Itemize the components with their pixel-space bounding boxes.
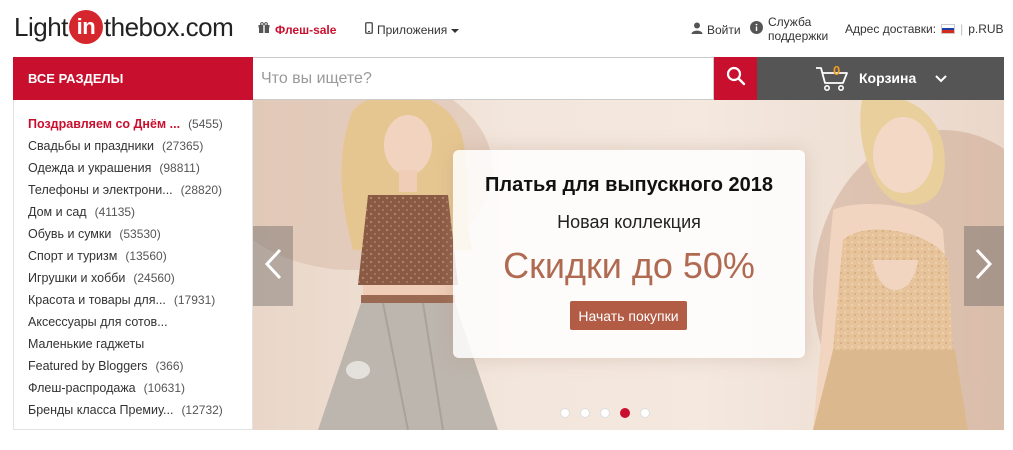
logo-in: in [68,10,103,44]
support-link[interactable]: Служба поддержки [750,15,828,43]
promo-banner[interactable]: Платья для выпускного 2018 Новая коллекц… [253,100,1004,430]
caret-down-icon [451,23,460,37]
carousel-dot[interactable] [600,408,610,418]
chevron-down-icon [935,70,947,86]
russia-flag-icon [941,24,956,34]
category-count: (27365) [161,139,204,153]
promo-subline: Новая коллекция [557,212,701,232]
delivery-selector[interactable]: Адрес доставки: | р.RUB [845,22,1004,36]
gift-icon [258,22,270,37]
promo-card: Платья для выпускного 2018 Новая коллекц… [453,150,805,358]
chevron-left-icon [264,248,282,285]
flash-sale-label: Флеш-sale [275,22,337,37]
category-name: Маленькие гаджеты [28,337,145,351]
cart-label: Корзина [859,70,917,86]
carousel-dot[interactable] [580,408,590,418]
category-count: (13560) [125,249,167,263]
category-count: (366) [155,359,184,373]
user-icon [691,22,703,37]
cart-button[interactable]: 0 Корзина [757,57,1004,100]
category-count: (17931) [173,293,216,307]
category-count: (98811) [159,161,200,175]
category-item[interactable]: Игрушки и хобби (24560) [28,267,252,289]
divider: | [960,22,964,36]
all-sections-button[interactable]: ВСЕ РАЗДЕЛЫ [13,57,253,100]
start-shopping-button[interactable]: Начать покупки [570,301,687,330]
category-item[interactable]: Аксессуары для сотов... [28,311,252,333]
search-icon [726,66,746,91]
category-name: Красота и товары для... [28,293,166,307]
category-name: Игрушки и хобби [28,271,126,285]
category-item[interactable]: Обувь и сумки (53530) [28,223,252,245]
promo-sale-text: Скидки до 50% [503,245,755,286]
category-count: (5455) [188,117,223,131]
carousel-indicators [560,408,650,418]
phone-icon [365,22,373,37]
carousel-dot[interactable] [620,408,630,418]
category-name: Одежда и украшения [28,161,152,175]
category-count: (12732) [181,403,223,417]
logo-rest: thebox.com [103,11,234,42]
login-label: Войти [707,22,741,37]
carousel-dot[interactable] [560,408,570,418]
category-count: (41135) [94,205,136,219]
category-item[interactable]: Бренды класса Премиу... (12732) [28,399,252,421]
top-bar: Light in thebox.com Флеш-sale Приложения В… [0,0,1013,57]
category-item[interactable]: Спорт и туризм (13560) [28,245,252,267]
category-count: (53530) [119,227,161,241]
category-item[interactable]: Красота и товары для... (17931) [28,289,252,311]
carousel-next-button[interactable] [964,226,1004,306]
category-item[interactable]: Флеш-распродажа (10631) [28,377,252,399]
category-item[interactable]: Дом и сад (41135) [28,201,252,223]
chevron-right-icon [975,248,993,285]
category-item[interactable]: Маленькие гаджеты [28,333,252,355]
promo-headline: Платья для выпускного 2018 [485,174,773,196]
category-name: Дом и сад [28,205,87,219]
category-name: Телефоны и электрони... [28,183,173,197]
support-label: Служба поддержки [768,15,828,43]
search-button[interactable] [714,57,757,100]
site-logo[interactable]: Light in thebox.com [14,9,234,45]
category-name: Спорт и туризм [28,249,118,263]
carousel-prev-button[interactable] [253,226,293,306]
apps-label: Приложения [377,22,448,37]
category-name: Поздравляем со Днём ... [28,117,181,131]
category-name: Featured by Bloggers [28,359,148,373]
category-count: (10631) [143,381,186,395]
login-link[interactable]: Войти [691,22,741,37]
category-name: Флеш-распродажа [28,381,136,395]
cart-count: 0 [833,63,841,78]
category-sidebar: Поздравляем со Днём ... (5455) Свадьбы и … [13,100,253,430]
category-item[interactable]: Одежда и украшения (98811) [28,157,252,179]
support-line-1: Служба [768,15,812,29]
apps-dropdown[interactable]: Приложения [365,22,460,37]
category-count: (28820) [180,183,223,197]
info-icon [750,21,763,37]
category-name: Обувь и сумки [28,227,112,241]
delivery-label: Адрес доставки: [845,22,937,36]
carousel-dot[interactable] [640,408,650,418]
category-name: Свадьбы и праздники [28,139,154,153]
search-bar: ВСЕ РАЗДЕЛЫ 0 Корзина [13,57,1004,100]
category-item[interactable]: Свадьбы и праздники (27365) [28,135,252,157]
category-name: Бренды класса Премиу... [28,403,174,417]
category-item[interactable]: Телефоны и электрони... (28820) [28,179,252,201]
cart-icon [815,66,849,95]
search-input[interactable] [253,57,714,100]
currency-label: р.RUB [968,22,1004,36]
flash-sale-link[interactable]: Флеш-sale [258,22,336,37]
category-item[interactable]: Поздравляем со Днём ... (5455) [28,113,252,135]
support-line-2: поддержки [768,29,829,43]
category-name: Аксессуары для сотов... [28,315,168,329]
category-count: (24560) [133,271,175,285]
category-item[interactable]: Featured by Bloggers (366) [28,355,252,377]
logo-light: Light [14,11,68,42]
